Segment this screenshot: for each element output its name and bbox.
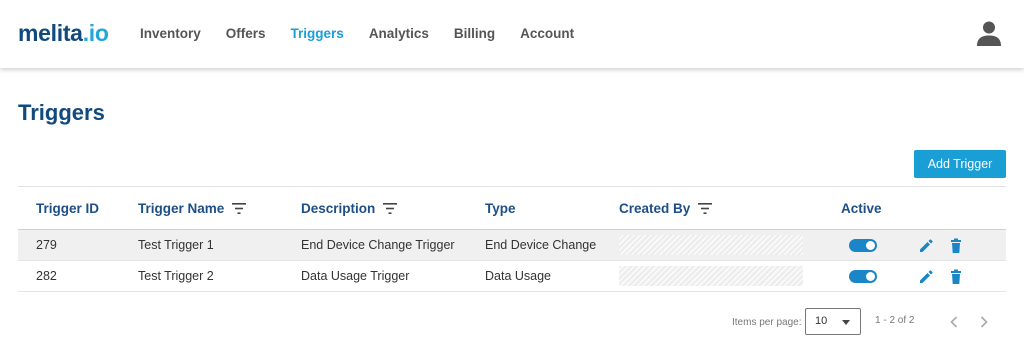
logo-secondary-text: .io — [82, 20, 109, 46]
nav-triggers[interactable]: Triggers — [291, 26, 344, 41]
filter-icon[interactable] — [232, 203, 247, 214]
items-per-page-value: 10 — [815, 315, 828, 327]
toggle-knob — [866, 241, 875, 250]
dropdown-arrow-icon — [842, 320, 850, 325]
type-cell: End Device Change — [485, 238, 597, 252]
nav-account[interactable]: Account — [520, 26, 574, 41]
description-cell: End Device Change Trigger — [301, 238, 455, 252]
nav-analytics[interactable]: Analytics — [369, 26, 429, 41]
column-label: Trigger Name — [138, 201, 225, 216]
created-by-redacted — [619, 266, 803, 286]
trash-icon[interactable] — [948, 269, 964, 285]
filter-icon[interactable] — [698, 203, 713, 214]
trigger-id-cell: 282 — [36, 269, 57, 283]
table-header: Trigger ID Trigger Name Description Type… — [18, 186, 1006, 230]
column-label: Description — [301, 201, 376, 216]
trigger-id-cell: 279 — [36, 238, 57, 252]
active-toggle[interactable] — [849, 239, 877, 252]
items-per-page-select[interactable]: 10 — [805, 308, 861, 335]
chevron-left-icon[interactable] — [947, 313, 961, 331]
description-cell: Data Usage Trigger — [301, 269, 410, 283]
trigger-name-cell: Test Trigger 2 — [138, 269, 214, 283]
created-by-redacted — [619, 235, 803, 255]
triggers-table: Trigger ID Trigger Name Description Type… — [18, 186, 1006, 292]
trigger-name-cell: Test Trigger 1 — [138, 238, 214, 252]
column-header-trigger-name[interactable]: Trigger Name — [138, 201, 247, 216]
table-row[interactable]: 282 Test Trigger 2 Data Usage Trigger Da… — [18, 261, 1006, 292]
main-nav: Inventory Offers Triggers Analytics Bill… — [140, 26, 599, 41]
column-header-type[interactable]: Type — [485, 201, 516, 216]
add-trigger-button[interactable]: Add Trigger — [914, 150, 1006, 178]
trash-icon[interactable] — [948, 238, 964, 254]
column-label: Type — [485, 201, 516, 216]
column-header-created-by[interactable]: Created By — [619, 201, 713, 216]
pencil-icon[interactable] — [918, 269, 934, 285]
column-label: Created By — [619, 201, 691, 216]
user-icon[interactable] — [976, 20, 1002, 46]
pencil-icon[interactable] — [918, 238, 934, 254]
column-header-trigger-id[interactable]: Trigger ID — [36, 201, 99, 216]
melita-logo[interactable]: melita.io — [18, 20, 109, 47]
nav-inventory[interactable]: Inventory — [140, 26, 201, 41]
table-row[interactable]: 279 Test Trigger 1 End Device Change Tri… — [18, 230, 1006, 261]
items-per-page-label: Items per page: — [732, 317, 802, 328]
nav-offers[interactable]: Offers — [226, 26, 266, 41]
column-header-active[interactable]: Active — [841, 201, 882, 216]
type-cell: Data Usage — [485, 269, 552, 283]
column-header-description[interactable]: Description — [301, 201, 398, 216]
logo-primary-text: melita — [18, 20, 83, 46]
filter-icon[interactable] — [383, 203, 398, 214]
pagination-range: 1 - 2 of 2 — [875, 315, 915, 326]
top-navigation-bar: melita.io Inventory Offers Triggers Anal… — [0, 0, 1024, 68]
page-title: Triggers — [18, 100, 105, 125]
toggle-knob — [866, 272, 875, 281]
active-toggle[interactable] — [849, 270, 877, 283]
column-label: Trigger ID — [36, 201, 100, 216]
column-label: Active — [841, 201, 882, 216]
chevron-right-icon[interactable] — [977, 313, 991, 331]
nav-billing[interactable]: Billing — [454, 26, 495, 41]
